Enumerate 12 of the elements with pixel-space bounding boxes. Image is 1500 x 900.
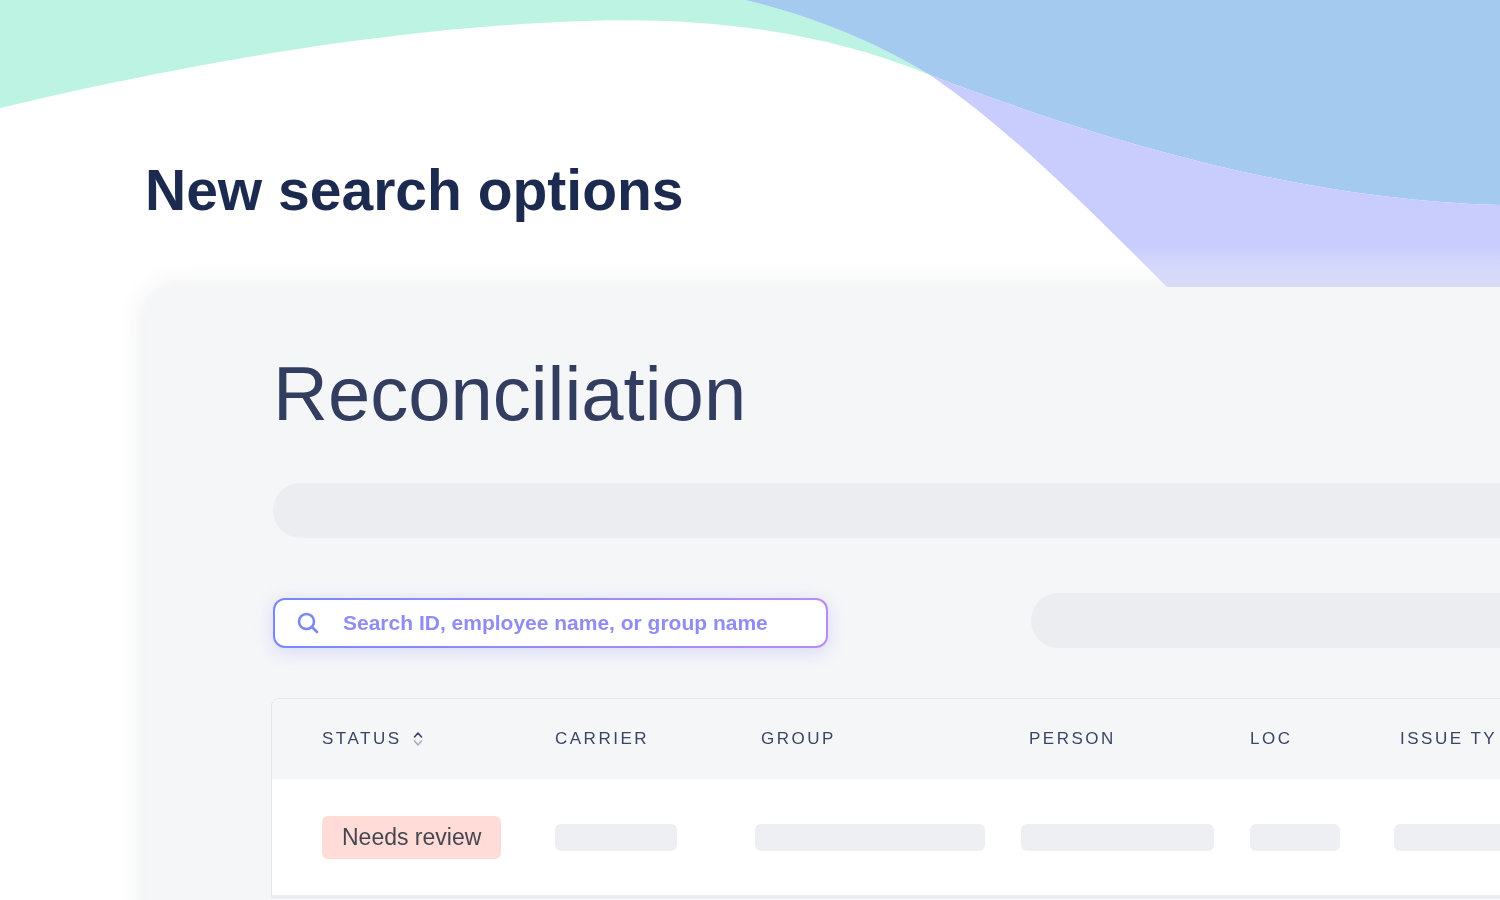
column-header: CARRIER bbox=[555, 729, 649, 749]
column-header: PERSON bbox=[1029, 729, 1116, 749]
search-icon bbox=[297, 612, 319, 634]
sortable-column-header[interactable]: STATUS bbox=[322, 729, 423, 749]
page-title: Reconciliation bbox=[273, 352, 747, 436]
column-header: LOC bbox=[1250, 729, 1293, 749]
status-badge: Needs review bbox=[322, 815, 502, 859]
search-field[interactable]: Search ID, employee name, or group name bbox=[273, 598, 828, 648]
column-header: GROUP bbox=[761, 729, 836, 749]
column-header: ISSUE TY bbox=[1400, 729, 1498, 749]
page-heading: New search options bbox=[145, 157, 684, 224]
sort-icon bbox=[412, 731, 423, 747]
